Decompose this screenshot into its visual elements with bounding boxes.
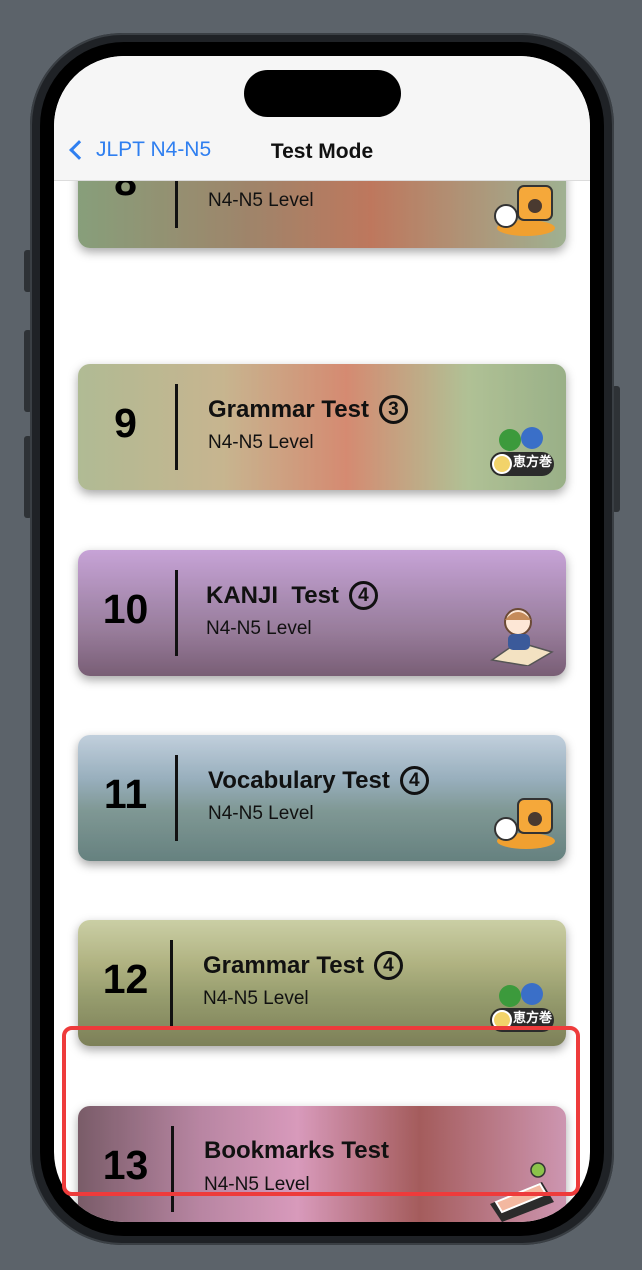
test-card-9[interactable]: 9 Grammar Test 3 N4-N5 Level 恵方巻 [78, 364, 566, 490]
dynamic-island [244, 70, 401, 117]
cake-sticker-icon [494, 798, 555, 849]
card-number: 11 [103, 771, 148, 817]
card-divider [175, 570, 178, 656]
sticker-text: 恵方巻 [512, 454, 552, 469]
card-title: Vocabulary Test [208, 766, 390, 794]
card-title-row: Grammar Test 3 [208, 395, 408, 424]
test-count-badge: 4 [348, 581, 378, 610]
card-divider [170, 940, 173, 1026]
sticker-text: 恵方巻 [512, 1010, 552, 1025]
test-count-badge: 3 [378, 395, 408, 424]
card-divider [175, 384, 178, 470]
card-title-row: Grammar Test 4 [203, 951, 403, 980]
card-number: 10 [102, 586, 149, 632]
card-number: 8 [114, 180, 137, 204]
page-title: Test Mode [270, 140, 374, 163]
test-count-badge: 4 [373, 951, 403, 980]
card-number: 9 [114, 400, 137, 446]
card-subtitle: N4-N5 Level [208, 190, 314, 211]
card-title-row: KANJI Test 4 [206, 581, 378, 610]
ehomaki-sticker-icon [490, 427, 554, 476]
card-title-row: Vocabulary Test 4 [208, 766, 429, 795]
card-subtitle: N4-N5 Level [203, 988, 309, 1009]
student-sticker-icon [490, 608, 554, 666]
selection-highlight [62, 1026, 580, 1196]
card-subtitle: N4-N5 Level [206, 618, 312, 639]
card-number: 12 [102, 956, 149, 1002]
card-divider [175, 755, 178, 841]
test-card-8[interactable]: 8 N4-N5 Level [78, 180, 566, 248]
card-subtitle: N4-N5 Level [208, 803, 314, 824]
card-subtitle: N4-N5 Level [208, 432, 314, 453]
test-count-badge: 4 [399, 766, 429, 795]
card-divider [175, 180, 178, 228]
cake-sticker-icon [494, 185, 555, 236]
test-card-10[interactable]: 10 KANJI Test 4 N4-N5 Level [78, 550, 566, 676]
card-title: Grammar Test [208, 395, 369, 423]
test-card-11[interactable]: 11 Vocabulary Test 4 N4-N5 Level [78, 735, 566, 861]
card-title: KANJI Test [206, 581, 339, 609]
card-title: Grammar Test [203, 951, 364, 979]
